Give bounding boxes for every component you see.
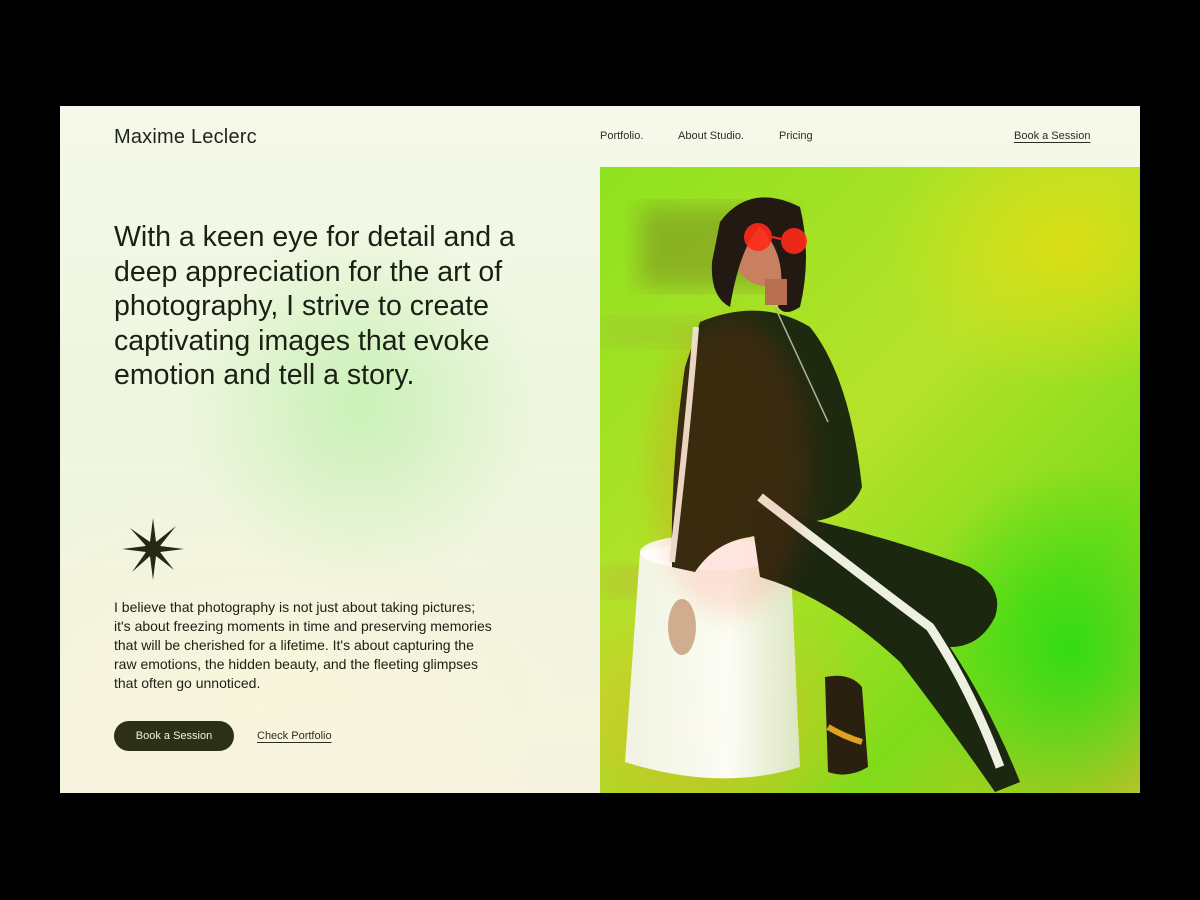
check-portfolio-link[interactable]: Check Portfolio [257, 730, 332, 742]
landing-page: Maxime Leclerc Portfolio. About Studio. … [60, 106, 1140, 793]
nav-link-portfolio[interactable]: Portfolio. [600, 130, 643, 142]
header-book-session-link[interactable]: Book a Session [1014, 130, 1090, 142]
nav-link-about-studio[interactable]: About Studio. [678, 130, 744, 142]
hero-photo [600, 167, 1140, 793]
nav-link-pricing[interactable]: Pricing [779, 130, 813, 142]
hero-body-text: I believe that photography is not just a… [114, 599, 492, 691]
sparkle-star-icon [122, 518, 184, 580]
photo-illustration [600, 197, 1020, 792]
brand-name[interactable]: Maxime Leclerc [114, 126, 257, 149]
hero-headline: With a keen eye for detail and a deep ap… [114, 221, 515, 391]
book-session-button[interactable]: Book a Session [114, 721, 234, 751]
